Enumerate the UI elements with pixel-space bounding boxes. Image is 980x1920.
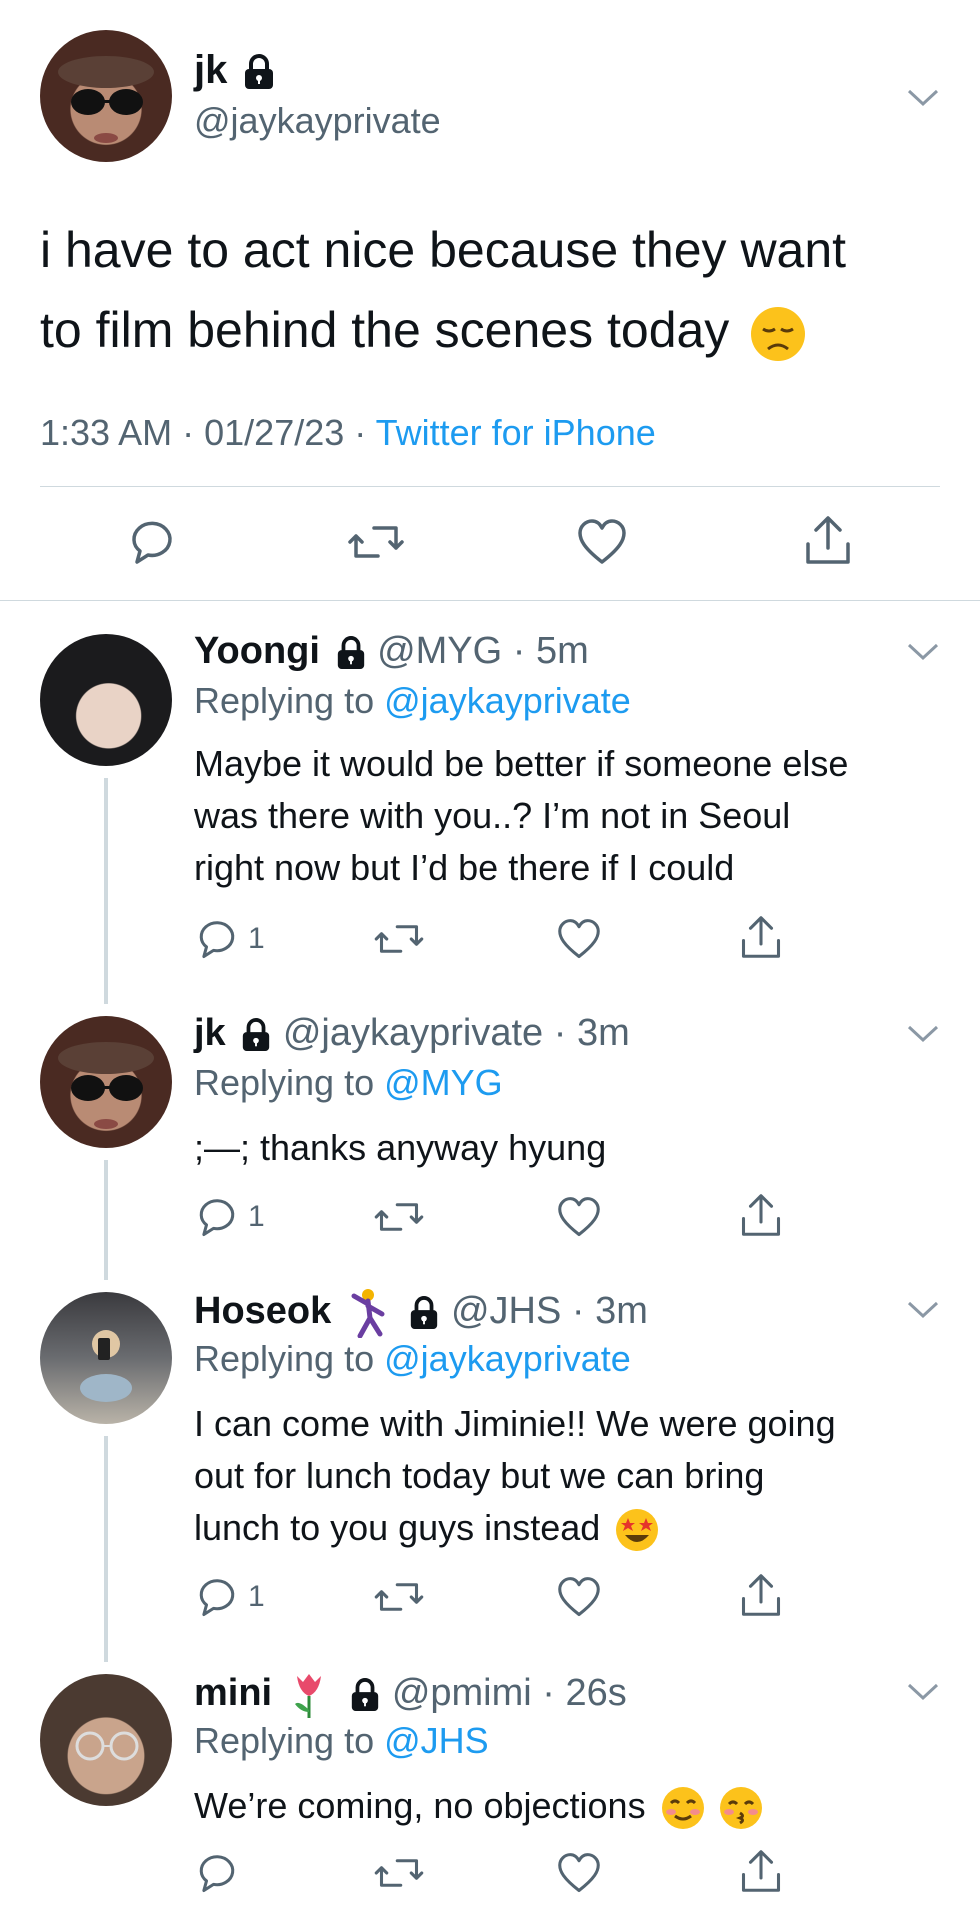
star-struck-emoji (616, 1509, 659, 1552)
reply-author-name[interactable]: jk (194, 1012, 226, 1054)
reply-avatar-yoongi[interactable] (40, 634, 172, 766)
reply-author-handle[interactable]: @pmimi (392, 1672, 532, 1714)
thread-line (104, 1436, 108, 1662)
reply-time: 3m (595, 1290, 648, 1333)
replying-to-link[interactable]: @jaykayprivate (384, 680, 631, 721)
like-icon[interactable] (556, 1576, 602, 1618)
main-tweet-text: i have to act nice because they want to … (40, 210, 846, 370)
separator-dot: · (512, 630, 526, 672)
chevron-down-icon[interactable] (906, 88, 940, 108)
share-icon[interactable] (740, 914, 782, 960)
reply-text-line: was there with you..? I’m not in Seoul (194, 795, 791, 836)
reply-text-line: lunch to you guys instead (194, 1507, 601, 1548)
reply-count: 1 (248, 1200, 265, 1233)
reply-icon[interactable] (196, 1576, 238, 1618)
disappointed-emoji (751, 306, 806, 361)
reply-text-line: out for lunch today but we can bring (194, 1455, 765, 1496)
separator-dot: · (542, 1672, 555, 1715)
reply-text-line: Maybe it would be better if someone else (194, 743, 849, 784)
retweet-icon[interactable] (374, 1576, 424, 1618)
share-icon[interactable] (804, 514, 852, 566)
share-icon[interactable] (740, 1192, 782, 1238)
replying-to-link[interactable]: @MYG (384, 1062, 503, 1103)
reply-author-handle[interactable]: @JHS (451, 1290, 561, 1332)
retweet-icon[interactable] (374, 1196, 424, 1238)
reply-author-handle[interactable]: @jaykayprivate (283, 1012, 543, 1054)
retweet-icon[interactable] (374, 918, 424, 960)
main-tweet-line-2: to film behind the scenes today (40, 302, 730, 358)
reply-text-line: ;—; thanks anyway hyung (194, 1127, 607, 1168)
separator-dot: · (354, 412, 367, 453)
sunglasses-icon (58, 56, 154, 143)
reply-author-name[interactable]: Yoongi (194, 630, 320, 672)
like-icon[interactable] (556, 1852, 602, 1894)
share-icon[interactable] (740, 1572, 782, 1618)
reply-avatar-mini[interactable] (40, 1674, 172, 1806)
reply-text: Maybe it would be better if someone else… (194, 738, 848, 894)
reply-time: 26s (565, 1672, 627, 1715)
reply-count: 1 (248, 1580, 265, 1613)
reply-icon[interactable] (196, 1196, 238, 1238)
smiling-emoji (661, 1787, 704, 1830)
reply-text: ;—; thanks anyway hyung (194, 1122, 606, 1174)
main-tweet-time: 1:33 AM (40, 412, 173, 453)
divider (40, 486, 940, 487)
dancer-emoji (351, 1289, 385, 1338)
separator-dot: · (182, 412, 195, 453)
chevron-down-icon[interactable] (906, 1024, 940, 1044)
thread-line (104, 778, 108, 1004)
lock-icon (411, 1296, 438, 1329)
reply-text-line: I can come with Jiminie!! We were going (194, 1403, 836, 1444)
replying-to-label: Replying to (194, 1062, 375, 1103)
reply-count: 1 (248, 922, 265, 955)
like-icon[interactable] (556, 918, 602, 960)
lock-icon (245, 54, 274, 90)
reply-icon[interactable] (128, 518, 176, 566)
main-author-handle[interactable]: @jaykayprivate (194, 100, 441, 142)
reply-author-name[interactable]: mini (194, 1672, 272, 1714)
lock-icon (243, 1018, 270, 1051)
replying-to-label: Replying to (194, 1338, 375, 1379)
tweet-client-link[interactable]: Twitter for iPhone (376, 412, 656, 453)
reply-text-line: right now but I’d be there if I could (194, 847, 735, 888)
chevron-down-icon[interactable] (906, 642, 940, 662)
share-icon[interactable] (740, 1848, 782, 1894)
replying-to-label: Replying to (194, 680, 375, 721)
reply-icon[interactable] (196, 1852, 238, 1894)
person-silhouette (80, 1330, 132, 1402)
chevron-down-icon[interactable] (906, 1682, 940, 1702)
replying-to-link[interactable]: @JHS (384, 1720, 489, 1761)
lock-icon (337, 636, 364, 669)
sunglasses-icon (58, 1042, 154, 1129)
retweet-icon[interactable] (374, 1852, 424, 1894)
tulip-emoji (294, 1674, 321, 1718)
reply-avatar-hoseok[interactable] (40, 1292, 172, 1424)
reply-text-line: We’re coming, no objections (194, 1785, 646, 1826)
divider (0, 600, 980, 601)
main-tweet-line-1: i have to act nice because they want (40, 222, 847, 278)
reply-text: We’re coming, no objections (194, 1780, 764, 1832)
separator-dot: · (553, 1012, 567, 1054)
reply-author-handle[interactable]: @MYG (377, 630, 502, 672)
retweet-icon[interactable] (348, 518, 404, 566)
like-icon[interactable] (576, 518, 628, 566)
main-avatar[interactable] (40, 30, 172, 162)
chevron-down-icon[interactable] (906, 1300, 940, 1320)
reply-author-name[interactable]: Hoseok (194, 1290, 331, 1332)
thread-line (104, 1160, 108, 1280)
reply-time: 5m (535, 630, 589, 672)
glasses-icon (75, 1731, 139, 1761)
main-author-name[interactable]: jk (194, 48, 227, 92)
replying-to-link[interactable]: @jaykayprivate (384, 1338, 631, 1379)
kissing-emoji (719, 1787, 762, 1830)
separator-dot: · (571, 1290, 585, 1333)
reply-icon[interactable] (196, 918, 238, 960)
like-icon[interactable] (556, 1196, 602, 1238)
replying-to-label: Replying to (194, 1720, 375, 1761)
main-tweet-date: 01/27/23 (204, 412, 345, 453)
reply-time: 3m (576, 1012, 630, 1054)
reply-avatar-jk[interactable] (40, 1016, 172, 1148)
reply-text: I can come with Jiminie!! We were going … (194, 1398, 836, 1554)
lock-icon (352, 1678, 379, 1711)
